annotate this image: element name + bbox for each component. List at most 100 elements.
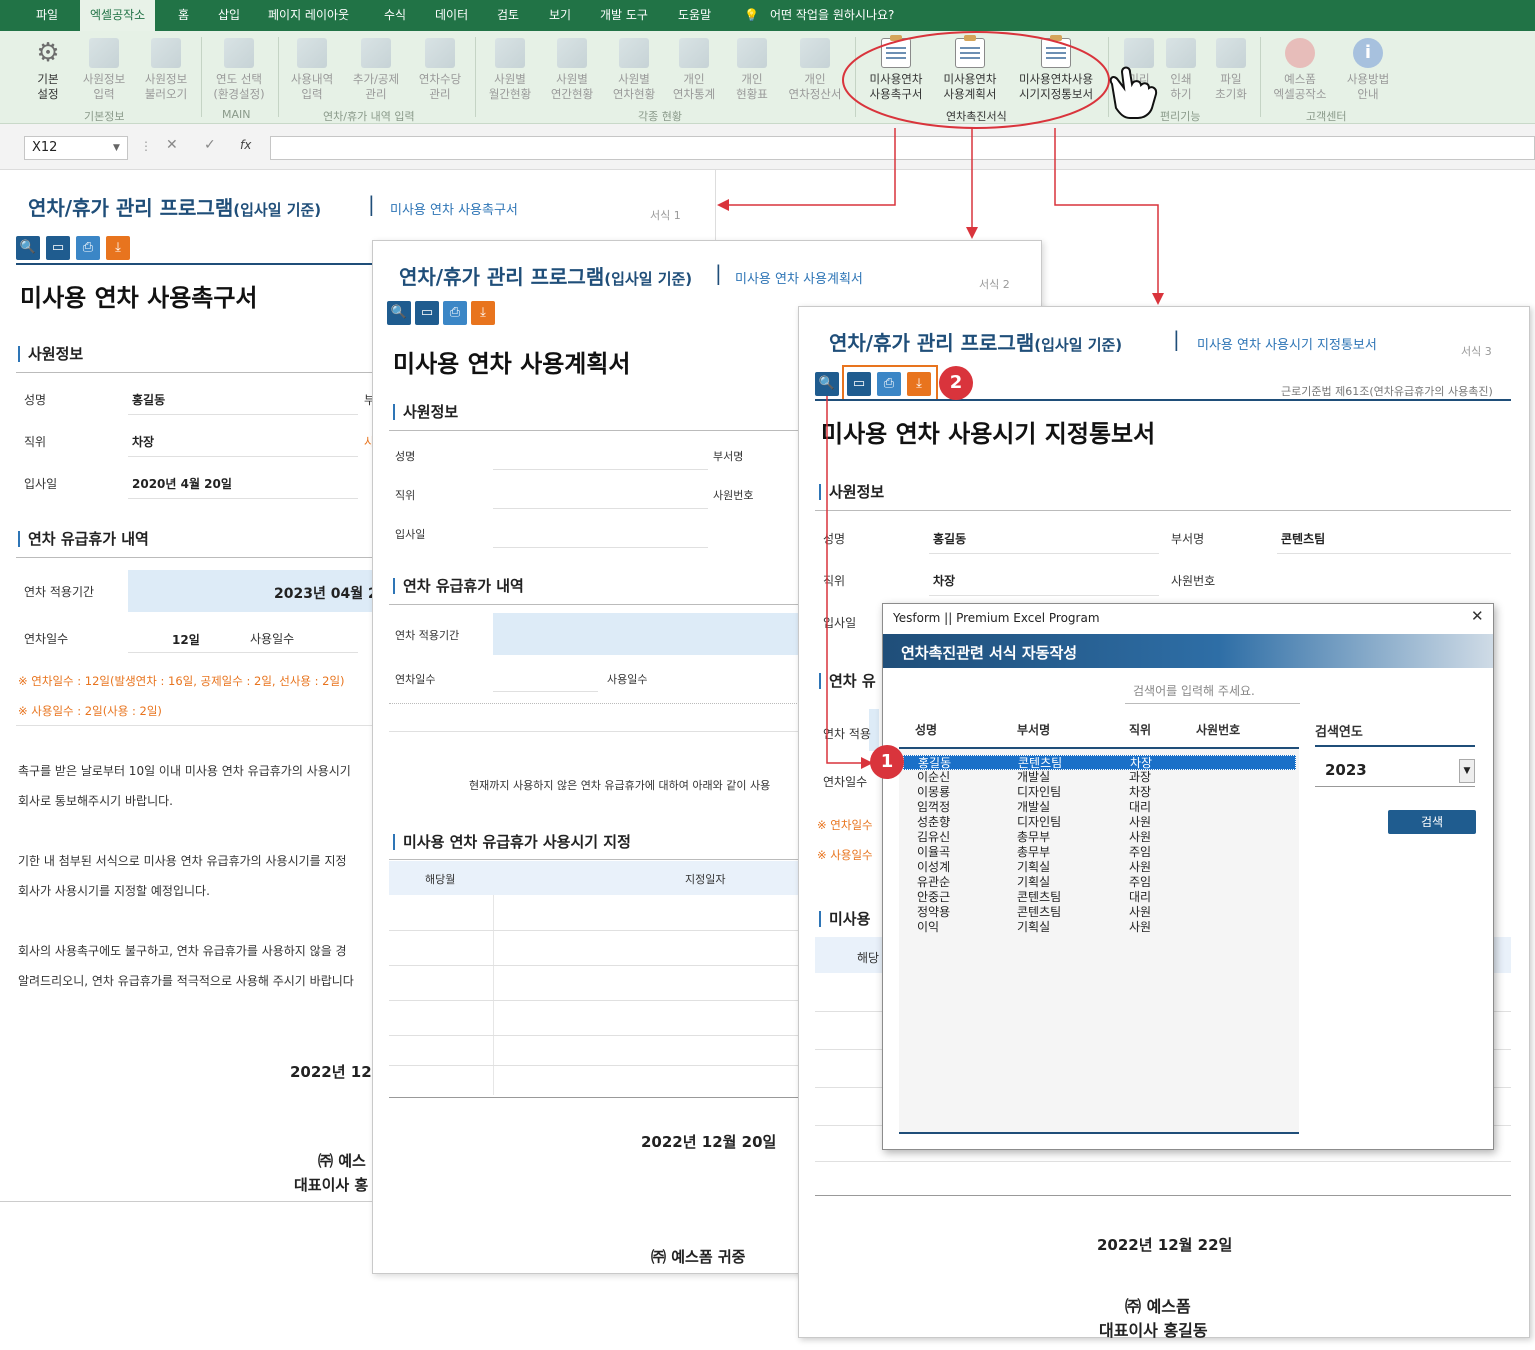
days-value: 12일 bbox=[172, 633, 200, 647]
tab-home[interactable]: 홈 bbox=[178, 0, 189, 31]
download-icon: ⤓ bbox=[480, 305, 486, 320]
print-button[interactable]: 인쇄 하기 bbox=[1164, 36, 1198, 102]
dropdown-arrow-icon[interactable]: ▼ bbox=[113, 137, 120, 159]
list-item[interactable]: 성춘향 디자인팀 사원 bbox=[903, 815, 1296, 830]
col-month: 해당월 bbox=[425, 873, 456, 886]
zoom-button[interactable]: 🔍 bbox=[815, 372, 839, 396]
tab-file[interactable]: 파일 bbox=[36, 0, 58, 31]
field-underline bbox=[493, 691, 598, 692]
list-item[interactable]: 홍길동 콘텐츠팀 차장 bbox=[903, 755, 1296, 770]
tab-insert[interactable]: 삽입 bbox=[218, 0, 240, 31]
download-button[interactable]: ⤓ bbox=[471, 301, 495, 325]
list-item[interactable]: 이익 기획실 사원 bbox=[903, 920, 1296, 935]
formula-bar: X12 ▼ ⋮ ✕ ✓ fx bbox=[0, 124, 1535, 170]
print-button[interactable]: ⎙ bbox=[443, 301, 467, 325]
name-label: 성명 bbox=[24, 393, 47, 407]
search-button[interactable]: 검색 bbox=[1388, 810, 1476, 834]
screen-button[interactable]: ▭ bbox=[415, 301, 439, 325]
section-employee-info: 사원정보 bbox=[18, 346, 83, 362]
tab-help[interactable]: 도움말 bbox=[678, 0, 711, 31]
list-item[interactable]: 이성계 기획실 사원 bbox=[903, 860, 1296, 875]
list-item[interactable]: 이순신 개발실 과장 bbox=[903, 770, 1296, 785]
tell-me-search[interactable]: 어떤 작업을 원하시나요? bbox=[770, 0, 894, 31]
tab-developer[interactable]: 개발 도구 bbox=[600, 0, 648, 31]
preview-button[interactable]: 미리 보기 bbox=[1124, 36, 1154, 102]
download-button[interactable]: ⤓ bbox=[907, 372, 931, 396]
tab-excel-workshop[interactable]: 엑셀공작소 bbox=[80, 0, 156, 31]
zoom-button[interactable]: 🔍 bbox=[16, 236, 40, 260]
usage-guide-button[interactable]: i 사용방법 안내 bbox=[1342, 36, 1394, 102]
year-select[interactable]: 2023 bbox=[1315, 756, 1475, 784]
download-button[interactable]: ⤓ bbox=[106, 236, 130, 260]
employee-load-button[interactable]: 사원정보 불러오기 bbox=[140, 36, 192, 102]
days-label: 연차일수 bbox=[24, 632, 69, 646]
unused-leave-plan-button[interactable]: 미사용연차 사용계획서 bbox=[938, 35, 1002, 102]
tab-data[interactable]: 데이터 bbox=[435, 0, 468, 31]
basic-settings-button[interactable]: ⚙ 기본 설정 bbox=[28, 36, 68, 102]
table-row bbox=[815, 1161, 1511, 1162]
personal-table-button[interactable]: 개인 현황표 bbox=[728, 36, 776, 102]
print-button[interactable]: ⎙ bbox=[877, 372, 901, 396]
download-icon: ⤓ bbox=[115, 240, 121, 255]
list-item[interactable]: 안중근 콘텐츠팀 대리 bbox=[903, 890, 1296, 905]
monthly-status-button[interactable]: 사원별 월간현황 bbox=[484, 36, 536, 102]
personal-stats-button[interactable]: 개인 연차통계 bbox=[668, 36, 720, 102]
tab-view[interactable]: 보기 bbox=[549, 0, 571, 31]
unused-leave-designation-button[interactable]: 미사용연차사용 시기지정통보서 bbox=[1012, 35, 1100, 102]
paragraph-line: 회사의 사용촉구에도 불구하고, 연차 유급휴가를 사용하지 않을 경 bbox=[18, 944, 347, 958]
screen-button[interactable]: ▭ bbox=[847, 372, 871, 396]
form-subtitle: 미사용 연차 사용계획서 bbox=[735, 272, 863, 287]
tab-page-layout[interactable]: 페이지 레이아웃 bbox=[268, 0, 349, 31]
year-rule bbox=[1315, 745, 1475, 747]
search-icon: 🔍 bbox=[19, 240, 37, 255]
print-button[interactable]: ⎙ bbox=[76, 236, 100, 260]
ribbon-separator bbox=[1108, 37, 1109, 117]
settlement-button[interactable]: 개인 연차정산서 bbox=[784, 36, 846, 102]
name-box[interactable]: X12 ▼ bbox=[24, 136, 128, 160]
leave-status-button[interactable]: 사원별 연차현황 bbox=[608, 36, 660, 102]
title-divider: | bbox=[715, 261, 722, 285]
bar-chart-icon bbox=[679, 38, 709, 68]
unused-leave-notice-button[interactable]: 미사용연차 사용촉구서 bbox=[864, 35, 928, 102]
paragraph-line: 회사로 통보해주시기 바랍니다. bbox=[18, 794, 173, 808]
year-select-button[interactable]: 연도 선택 (환경설정) bbox=[208, 36, 270, 102]
yesform-button[interactable]: 예스폼 엑셀공작소 bbox=[1268, 36, 1332, 102]
tab-review[interactable]: 검토 bbox=[497, 0, 519, 31]
print-icon: ⎙ bbox=[82, 240, 94, 255]
add-deduct-button[interactable]: 추가/공제 관리 bbox=[348, 36, 404, 102]
clipboard-doc-icon bbox=[955, 35, 985, 68]
list-item[interactable]: 이몽룡 디자인팀 차장 bbox=[903, 785, 1296, 800]
allowance-button[interactable]: 연차수당 관리 bbox=[414, 36, 466, 102]
dropdown-arrow-icon[interactable]: ▼ bbox=[1459, 759, 1475, 783]
lightbulb-icon: 💡 bbox=[744, 8, 759, 22]
employee-listbox[interactable]: 홍길동 콘텐츠팀 차장 이순신 개발실 과장 이몽룡 디자인팀 차장 임꺽정 개발실 대리 성춘… bbox=[899, 747, 1299, 1134]
list-edit-icon bbox=[425, 38, 455, 68]
list-item[interactable]: 정약용 콘텐츠팀 사원 bbox=[903, 905, 1296, 920]
download-icon: ⤓ bbox=[916, 376, 922, 391]
list-item[interactable]: 유관순 기획실 주임 bbox=[903, 875, 1296, 890]
note-used: ※ 사용일수 bbox=[817, 848, 873, 862]
reset-file-button[interactable]: 파일 초기화 bbox=[1212, 36, 1250, 102]
cancel-icon[interactable]: ✕ bbox=[166, 137, 178, 153]
tab-formulas[interactable]: 수식 bbox=[384, 0, 406, 31]
header-rule bbox=[815, 399, 1511, 401]
close-icon[interactable]: ✕ bbox=[1471, 607, 1484, 625]
period-label: 연차 적용기간 bbox=[395, 629, 460, 642]
employee-search-input[interactable]: 검색어를 입력해 주세요. bbox=[1125, 678, 1300, 704]
list-item[interactable]: 김유신 총무부 사원 bbox=[903, 830, 1296, 845]
formula-input[interactable] bbox=[270, 136, 1535, 160]
hire-label: 입사일 bbox=[823, 616, 857, 630]
hire-label: 입사일 bbox=[395, 528, 426, 541]
zoom-button[interactable]: 🔍 bbox=[387, 301, 411, 325]
usage-input-button[interactable]: 사용내역 입력 bbox=[286, 36, 338, 102]
fx-icon[interactable]: fx bbox=[240, 138, 251, 152]
yearly-status-button[interactable]: 사원별 연간현황 bbox=[546, 36, 598, 102]
screen-button[interactable]: ▭ bbox=[46, 236, 70, 260]
list-item[interactable]: 임꺽정 개발실 대리 bbox=[903, 800, 1296, 815]
note-days: ※ 연차일수 : 12일(발생연차 : 16일, 공제일수 : 2일, 선사용 … bbox=[18, 674, 345, 688]
group-label: MAIN bbox=[222, 108, 251, 121]
list-item[interactable]: 이율곡 총무부 주임 bbox=[903, 845, 1296, 860]
employee-input-button[interactable]: 사원정보 입력 bbox=[78, 36, 130, 102]
enter-icon[interactable]: ✓ bbox=[204, 137, 216, 153]
print-icon: ⎙ bbox=[883, 376, 895, 391]
